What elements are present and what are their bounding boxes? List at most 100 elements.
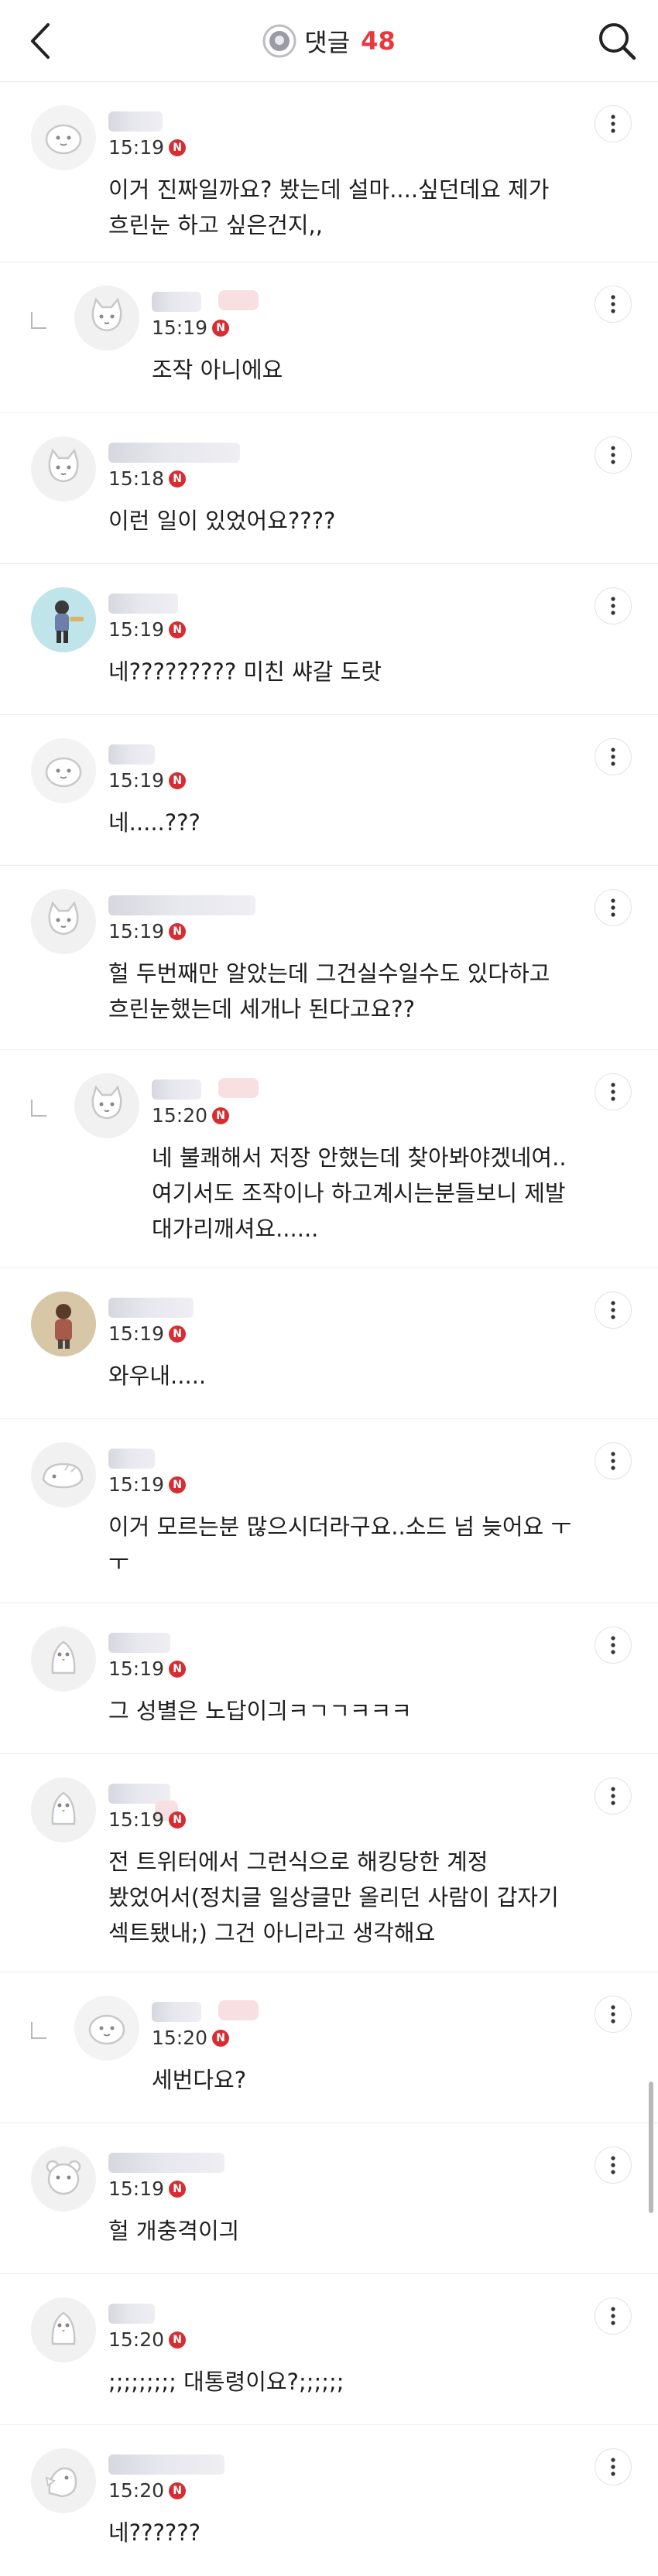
comment-text: 네.....??? xyxy=(108,809,200,836)
author-badge-blurred xyxy=(218,290,259,310)
new-badge: N xyxy=(169,621,187,638)
author-name-blurred xyxy=(108,1449,155,1469)
comment-text: ;;;;;;;;; 대통령이요?;;;;;; xyxy=(108,2369,344,2395)
comment-time: 15:19 N xyxy=(108,920,187,942)
comment-item: 15:19 N 이거 모르는분 많으시더라구요..소드 넘 늦어요 ㅜ ㅜ xyxy=(0,1419,658,1603)
more-vertical-icon xyxy=(611,2458,615,2476)
avatar[interactable] xyxy=(31,2147,96,2212)
reply-arrow-icon xyxy=(31,1100,46,1117)
avatar[interactable] xyxy=(31,1627,96,1692)
more-vertical-icon xyxy=(611,2005,615,2024)
new-badge: N xyxy=(169,771,187,789)
author-name-blurred xyxy=(108,111,163,132)
comment-time: 15:19 N xyxy=(108,1657,187,1680)
new-badge: N xyxy=(169,1660,187,1678)
comment-item: 15:20 N 네?????? xyxy=(0,2425,658,2576)
avatar[interactable] xyxy=(31,2448,96,2513)
hedgehog-avatar-icon xyxy=(31,1442,96,1507)
more-vertical-icon xyxy=(611,747,615,766)
comment-time: 15:20 N xyxy=(108,2328,187,2351)
reply-item: 15:20 N 세번다요? xyxy=(0,1972,658,2123)
comment-time: 15:19 N xyxy=(108,769,187,792)
comment-text: 그 성별은 노답이긔ㅋㄱㄱㅋㅋㅋ xyxy=(108,1698,412,1724)
author-name-blurred xyxy=(108,1298,194,1318)
more-vertical-icon xyxy=(611,446,615,464)
more-options-button[interactable] xyxy=(595,286,632,323)
avatar[interactable] xyxy=(74,1996,139,2061)
avatar[interactable] xyxy=(74,286,139,351)
avatar[interactable] xyxy=(31,1442,96,1507)
scrollbar[interactable] xyxy=(649,2082,653,2213)
new-badge: N xyxy=(169,1325,187,1343)
cat-avatar-icon xyxy=(31,436,96,501)
more-options-button[interactable] xyxy=(595,587,632,624)
more-vertical-icon xyxy=(611,1636,615,1654)
avatar[interactable] xyxy=(31,436,96,501)
bird-avatar-icon xyxy=(31,2448,96,2513)
new-badge: N xyxy=(169,2180,187,2198)
comment-text: 조작 아니에요 xyxy=(152,357,283,383)
more-options-button[interactable] xyxy=(595,889,632,926)
penguin-avatar-icon xyxy=(31,1627,96,1692)
new-badge: N xyxy=(169,2482,187,2499)
comment-item: 15:19 N 네????????? 미친 쌰갈 도랏 xyxy=(0,564,658,715)
author-name-blurred xyxy=(108,2304,155,2324)
more-options-button[interactable] xyxy=(595,1291,632,1329)
more-vertical-icon xyxy=(611,115,615,133)
more-vertical-icon xyxy=(611,295,615,313)
comment-time: 15:19 N xyxy=(152,316,230,339)
comment-time: 15:19 N xyxy=(108,2177,187,2200)
comment-time: 15:19 N xyxy=(108,618,187,641)
cat-avatar-icon xyxy=(74,1073,139,1138)
author-name-blurred xyxy=(108,594,178,614)
comment-time: 15:19 N xyxy=(108,136,187,159)
reply-item: 15:19 N 조작 아니에요 xyxy=(0,262,658,413)
author-name-blurred xyxy=(108,2153,224,2173)
author-name-blurred xyxy=(108,744,155,765)
ghost-avatar-icon xyxy=(31,105,96,170)
avatar[interactable] xyxy=(31,889,96,954)
new-badge: N xyxy=(169,1476,187,1493)
comment-bubble-icon xyxy=(262,24,296,58)
avatar[interactable] xyxy=(31,2297,96,2362)
top-bar: 댓글 48 xyxy=(0,0,658,82)
more-options-button[interactable] xyxy=(595,1627,632,1664)
more-options-button[interactable] xyxy=(595,436,632,474)
more-vertical-icon xyxy=(611,1452,615,1470)
more-options-button[interactable] xyxy=(595,1442,632,1480)
new-badge: N xyxy=(169,922,187,940)
more-options-button[interactable] xyxy=(595,2448,632,2485)
author-badge-blurred xyxy=(218,2000,259,2020)
more-vertical-icon xyxy=(611,2307,615,2325)
avatar[interactable] xyxy=(31,1291,96,1356)
comment-text: 헐 두번째만 알았는데 그건실수일수도 있다하고 흐린눈했는데 세개나 된다고요… xyxy=(108,960,550,1022)
comment-text: 네?????? xyxy=(108,2520,201,2546)
more-options-button[interactable] xyxy=(595,2147,632,2184)
more-options-button[interactable] xyxy=(595,1996,632,2033)
penguin-avatar-icon xyxy=(31,1777,96,1842)
more-vertical-icon xyxy=(611,898,615,917)
new-badge: N xyxy=(212,319,230,337)
comment-list: 15:19 N 이거 진짜일까요? 봤는데 설마....싶던데요 제가 흐린눈 하… xyxy=(0,82,658,2576)
more-options-button[interactable] xyxy=(595,1073,632,1110)
more-options-button[interactable] xyxy=(595,105,632,142)
author-name-blurred xyxy=(152,1079,201,1100)
author-badge-blurred xyxy=(218,1078,259,1098)
avatar[interactable] xyxy=(31,587,96,652)
author-name-blurred xyxy=(108,895,255,915)
reply-arrow-icon xyxy=(31,2022,46,2039)
more-options-button[interactable] xyxy=(595,738,632,775)
ghost-avatar-icon xyxy=(74,1996,139,2061)
comment-item: 15:19 N 헐 두번째만 알았는데 그건실수일수도 있다하고 흐린눈했는데 세… xyxy=(0,866,658,1050)
new-badge: N xyxy=(169,2331,187,2349)
avatar[interactable] xyxy=(31,105,96,170)
comment-text: 이거 진짜일까요? 봤는데 설마....싶던데요 제가 흐린눈 하고 싶은건지,… xyxy=(108,176,550,238)
more-options-button[interactable] xyxy=(595,2297,632,2335)
search-button[interactable] xyxy=(595,19,639,63)
avatar[interactable] xyxy=(31,738,96,803)
avatar[interactable] xyxy=(31,1777,96,1842)
more-options-button[interactable] xyxy=(595,1777,632,1815)
comment-time: 15:18 N xyxy=(108,467,187,490)
cat-avatar-icon xyxy=(31,889,96,954)
avatar[interactable] xyxy=(74,1073,139,1138)
